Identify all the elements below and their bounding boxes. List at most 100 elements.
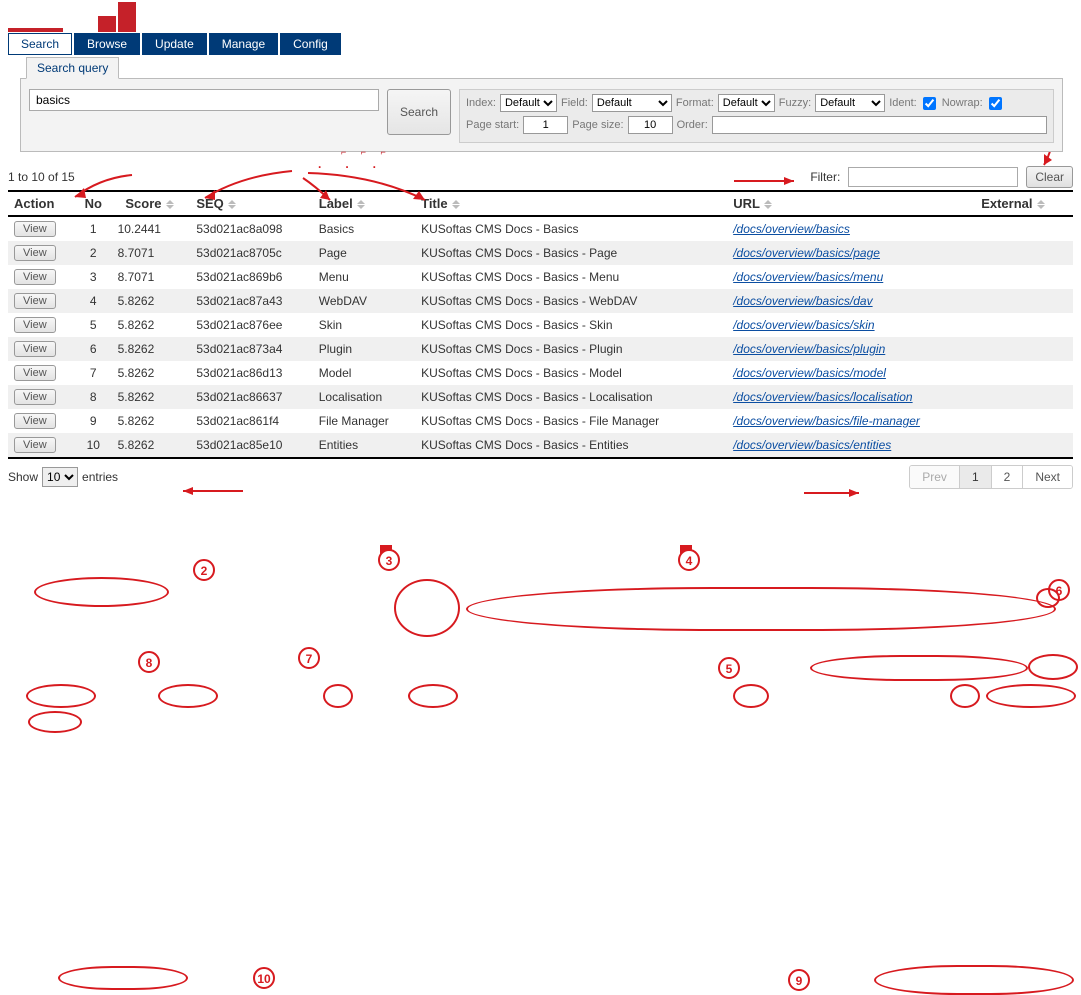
cell — [975, 216, 1073, 241]
url-link[interactable]: /docs/overview/basics/skin — [733, 318, 874, 332]
field-label: Field: — [561, 97, 588, 109]
search-options: Index: Default Field: Default Format: De… — [459, 89, 1054, 143]
cell: /docs/overview/basics/page — [727, 241, 975, 265]
order-input[interactable] — [712, 116, 1047, 134]
cell — [975, 433, 1073, 457]
cell: /docs/overview/basics/plugin — [727, 337, 975, 361]
page-start-input[interactable] — [523, 116, 568, 134]
url-link[interactable]: /docs/overview/basics/page — [733, 246, 880, 260]
view-button[interactable]: View — [14, 341, 56, 357]
col-external[interactable]: External — [975, 191, 1073, 216]
search-query-input[interactable] — [29, 89, 379, 111]
cell: 3 — [75, 265, 112, 289]
url-link[interactable]: /docs/overview/basics/menu — [733, 270, 883, 284]
search-button[interactable]: Search — [387, 89, 451, 135]
cell: KUSoftas CMS Docs - Basics - Plugin — [415, 337, 727, 361]
ident-checkbox[interactable] — [923, 97, 936, 110]
index-label: Index: — [466, 97, 496, 109]
view-button[interactable]: View — [14, 365, 56, 381]
entries-select[interactable]: 10 — [42, 467, 78, 487]
cell: 10.2441 — [112, 216, 191, 241]
sort-icon[interactable] — [764, 200, 775, 209]
cell: 5.8262 — [112, 313, 191, 337]
cell: 7 — [75, 361, 112, 385]
cell — [975, 409, 1073, 433]
url-link[interactable]: /docs/overview/basics/file-manager — [733, 414, 920, 428]
field-select[interactable]: Default — [592, 94, 672, 112]
page-size-input[interactable] — [628, 116, 673, 134]
page-start-label: Page start: — [466, 119, 519, 131]
format-label: Format: — [676, 97, 714, 109]
fuzzy-label: Fuzzy: — [779, 97, 811, 109]
cell: 53d021ac873a4 — [190, 337, 312, 361]
view-button[interactable]: View — [14, 437, 56, 453]
cell: Entities — [313, 433, 415, 457]
cell: /docs/overview/basics/menu — [727, 265, 975, 289]
nowrap-checkbox[interactable] — [989, 97, 1002, 110]
view-button[interactable]: View — [14, 245, 56, 261]
cell: 5.8262 — [112, 361, 191, 385]
pager-page[interactable]: 1 — [959, 466, 991, 488]
panel-title: Search query — [26, 57, 119, 79]
view-button[interactable]: View — [14, 269, 56, 285]
clear-button[interactable]: Clear — [1026, 166, 1073, 188]
cell: /docs/overview/basics/skin — [727, 313, 975, 337]
view-button[interactable]: View — [14, 389, 56, 405]
url-link[interactable]: /docs/overview/basics/entities — [733, 438, 891, 452]
cell — [975, 313, 1073, 337]
sort-icon[interactable] — [357, 200, 368, 209]
cell: 53d021ac87a43 — [190, 289, 312, 313]
annotation-number: 2 — [193, 559, 215, 581]
app-logo — [8, 2, 138, 32]
fuzzy-select[interactable]: Default — [815, 94, 885, 112]
col-label[interactable]: Label — [313, 191, 415, 216]
view-button[interactable]: View — [14, 221, 56, 237]
cell: View — [8, 265, 75, 289]
annotation-number: 3 — [378, 549, 400, 571]
index-select[interactable]: Default — [500, 94, 557, 112]
url-link[interactable]: /docs/overview/basics/plugin — [733, 342, 885, 356]
cell — [975, 361, 1073, 385]
cell — [975, 241, 1073, 265]
pager-page[interactable]: 2 — [991, 466, 1023, 488]
url-link[interactable]: /docs/overview/basics/localisation — [733, 390, 912, 404]
view-button[interactable]: View — [14, 317, 56, 333]
col-seq[interactable]: SEQ — [190, 191, 312, 216]
cell: View — [8, 289, 75, 313]
cell: 8 — [75, 385, 112, 409]
tab-browse[interactable]: Browse — [74, 33, 140, 55]
search-panel: Search Index: Default Field: Default For… — [20, 78, 1063, 152]
cell: 53d021ac8a098 — [190, 216, 312, 241]
sort-icon[interactable] — [452, 200, 463, 209]
view-button[interactable]: View — [14, 293, 56, 309]
cell: View — [8, 409, 75, 433]
format-select[interactable]: Default — [718, 94, 775, 112]
cell: 5 — [75, 313, 112, 337]
tab-config[interactable]: Config — [280, 33, 341, 55]
col-title[interactable]: Title — [415, 191, 727, 216]
tab-search[interactable]: Search — [8, 33, 72, 55]
cell: 5.8262 — [112, 289, 191, 313]
cell: View — [8, 337, 75, 361]
cell: 4 — [75, 289, 112, 313]
sort-icon[interactable] — [166, 200, 177, 209]
col-url[interactable]: URL — [727, 191, 975, 216]
tab-manage[interactable]: Manage — [209, 33, 278, 55]
pager-next[interactable]: Next — [1022, 466, 1072, 488]
table-row: View65.826253d021ac873a4PluginKUSoftas C… — [8, 337, 1073, 361]
sort-icon[interactable] — [228, 200, 239, 209]
sort-icon[interactable] — [1037, 200, 1048, 209]
cell: Model — [313, 361, 415, 385]
url-link[interactable]: /docs/overview/basics/dav — [733, 294, 872, 308]
col-score[interactable]: Score — [112, 191, 191, 216]
filter-input[interactable] — [848, 167, 1018, 187]
view-button[interactable]: View — [14, 413, 56, 429]
cell: 53d021ac869b6 — [190, 265, 312, 289]
tab-update[interactable]: Update — [142, 33, 207, 55]
url-link[interactable]: /docs/overview/basics — [733, 222, 850, 236]
url-link[interactable]: /docs/overview/basics/model — [733, 366, 886, 380]
cell: View — [8, 385, 75, 409]
show-prefix: Show — [8, 470, 38, 484]
cell — [975, 385, 1073, 409]
col-no: No — [75, 191, 112, 216]
